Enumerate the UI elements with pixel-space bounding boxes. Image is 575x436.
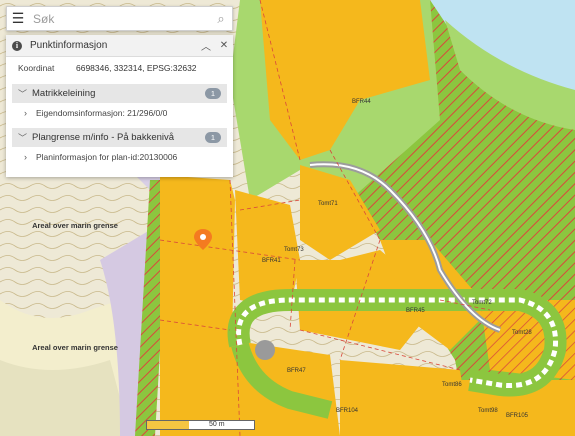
area-label: Areal over marin grense <box>32 221 118 230</box>
plot-label: Tomt28 <box>512 330 532 336</box>
chevron-down-icon: ﹀ <box>18 133 28 143</box>
plot-label: BFR104 <box>336 408 359 414</box>
collapse-icon[interactable]: ︿ <box>197 38 215 53</box>
count-badge: 1 <box>204 132 221 143</box>
point-info-panel: i Punktinformasjon ︿ ✕ Koordinat 6698346… <box>6 35 233 177</box>
section-label: Matrikkeleining <box>32 88 96 99</box>
panel-title: Punktinformasjon <box>30 40 108 51</box>
section-matrikkeleining[interactable]: ﹀ Matrikkeleining 1 <box>12 84 227 103</box>
plot-label: BFR45 <box>406 308 425 314</box>
plot-label: BFR105 <box>506 413 529 419</box>
plot-label: BFR47 <box>287 368 306 374</box>
search-bar: ☰ ⌕ <box>6 6 233 31</box>
count-badge: 1 <box>204 88 221 99</box>
section-plangrense[interactable]: ﹀ Plangrense m/info - På bakkenivå 1 <box>12 128 227 147</box>
chevron-right-icon: › <box>24 108 27 118</box>
section-label: Plangrense m/info - På bakkenivå <box>32 132 175 143</box>
section-item[interactable]: › Planinformasjon for plan-id:20130006 <box>6 147 233 167</box>
plot-label: Tomt98 <box>478 408 498 414</box>
plot-label: Tomt72 <box>472 300 492 306</box>
section-item-label: Planinformasjon for plan-id:20130006 <box>36 152 178 162</box>
panel-header: i Punktinformasjon ︿ ✕ <box>6 35 233 57</box>
coordinate-value: 6698346, 332314, EPSG:32632 <box>76 63 197 73</box>
chevron-down-icon: ﹀ <box>18 89 28 99</box>
scale-bar-fill <box>147 421 189 429</box>
coordinate-row: Koordinat 6698346, 332314, EPSG:32632 <box>6 57 233 79</box>
plot-label: Tomt73 <box>284 247 304 253</box>
info-icon: i <box>12 40 22 51</box>
plot-label: BFR44 <box>352 99 371 105</box>
plot-label: BFR41 <box>262 258 281 264</box>
scale-bar: 50 m <box>146 420 255 430</box>
area-label: Areal over marin grense <box>32 343 118 352</box>
close-icon[interactable]: ✕ <box>215 40 233 51</box>
section-item-label: Eigendomsinformasjon: 21/296/0/0 <box>36 108 168 118</box>
search-input[interactable] <box>29 8 210 29</box>
hamburger-menu-icon[interactable]: ☰ <box>7 10 29 27</box>
section-item[interactable]: › Eigendomsinformasjon: 21/296/0/0 <box>6 103 233 123</box>
scale-label: 50 m <box>209 421 225 428</box>
chevron-right-icon: › <box>24 152 27 162</box>
plot-label: Tomt71 <box>318 201 338 207</box>
coordinate-label: Koordinat <box>18 63 55 73</box>
plot-label: Tomt86 <box>442 382 462 388</box>
search-icon[interactable]: ⌕ <box>210 11 232 27</box>
